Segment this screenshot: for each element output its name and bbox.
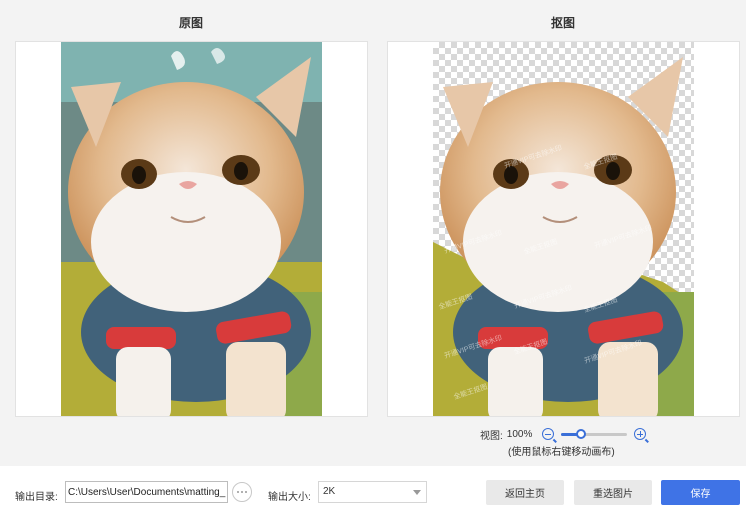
zoom-slider-thumb[interactable] bbox=[576, 428, 587, 439]
view-label: 视图: bbox=[480, 430, 503, 442]
zoom-controls: 视图: 100% bbox=[480, 427, 647, 442]
chevron-down-icon bbox=[413, 490, 421, 495]
canvas-move-hint: (使用鼠标右键移动画布) bbox=[508, 447, 615, 458]
output-directory-label: 输出目录: bbox=[15, 492, 58, 503]
dot-icon bbox=[237, 491, 239, 493]
original-image-panel bbox=[15, 41, 368, 417]
dot-icon bbox=[245, 491, 247, 493]
output-size-value: 2K bbox=[323, 486, 336, 497]
browse-directory-button[interactable] bbox=[232, 482, 252, 502]
matting-panel-title: 抠图 bbox=[550, 16, 575, 30]
original-panel-title: 原图 bbox=[178, 16, 203, 30]
output-size-label: 输出大小: bbox=[268, 492, 311, 503]
matting-cat-photo: 开通VIP可去除水印 全能王抠图 开通VIP可去除水印 全能王抠图 开通VIP可去除水印… bbox=[433, 42, 694, 416]
dot-icon bbox=[241, 491, 243, 493]
output-directory-input[interactable] bbox=[65, 481, 228, 503]
original-cat-photo bbox=[61, 42, 322, 416]
matting-image-panel[interactable]: 开通VIP可去除水印 全能王抠图 开通VIP可去除水印 全能王抠图 开通VIP可去除水印… bbox=[387, 41, 740, 417]
zoom-out-icon[interactable] bbox=[542, 428, 555, 440]
bottom-toolbar: 输出目录: 输出大小: 2K 返回主页 重选图片 保存 bbox=[0, 466, 746, 521]
zoom-percentage: 100% bbox=[506, 428, 533, 440]
return-home-button[interactable]: 返回主页 bbox=[486, 480, 564, 505]
zoom-slider[interactable] bbox=[561, 428, 628, 439]
save-button[interactable]: 保存 bbox=[661, 480, 740, 505]
reselect-image-button[interactable]: 重选图片 bbox=[574, 480, 652, 505]
output-size-select[interactable]: 2K bbox=[318, 481, 427, 503]
zoom-in-icon[interactable] bbox=[634, 428, 647, 440]
